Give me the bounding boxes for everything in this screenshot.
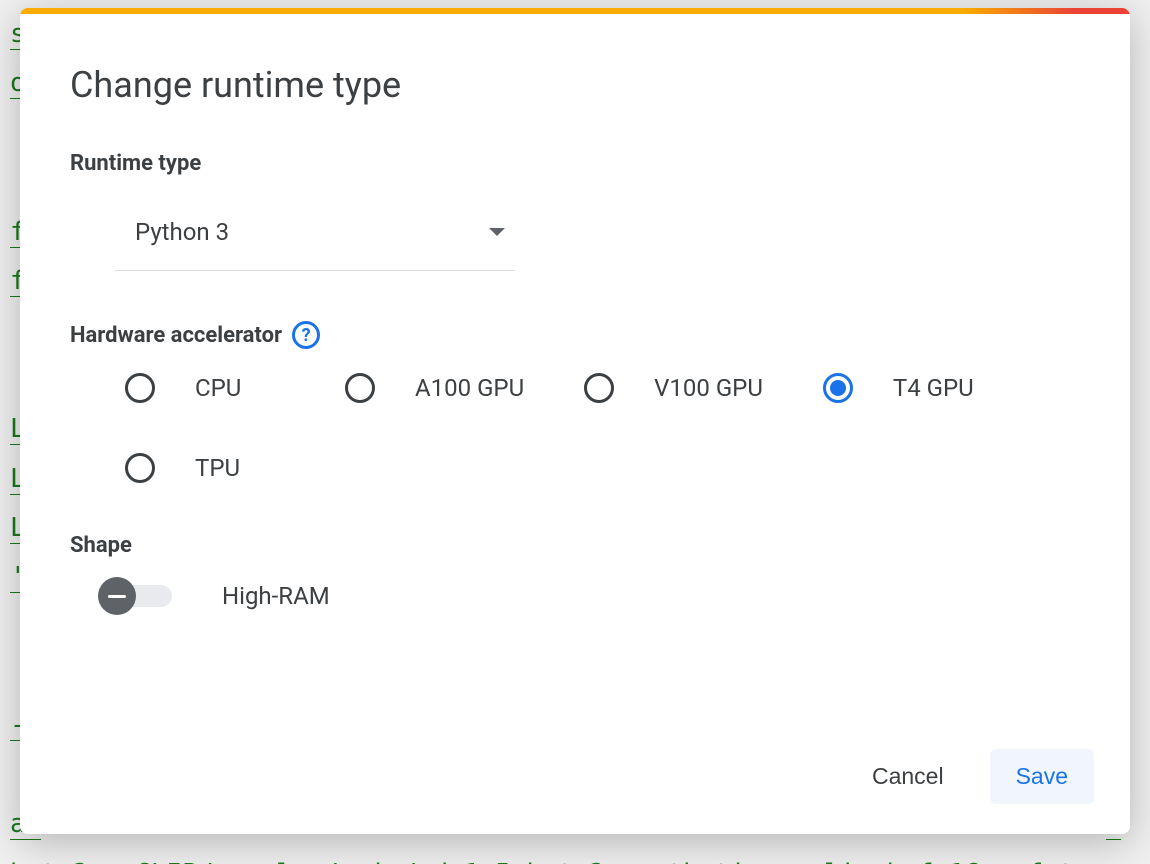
runtime-dialog: Change runtime type Runtime type Python … xyxy=(20,8,1130,834)
radio-icon xyxy=(125,453,155,483)
high-ram-row: High-RAM xyxy=(100,582,1080,610)
radio-icon xyxy=(584,373,614,403)
chevron-down-icon xyxy=(489,228,505,236)
bg-path-text: beta2 unCLIP/resolve/main/wd-1-5-beta2-a… xyxy=(10,859,1090,864)
radio-t4[interactable]: T4 GPU xyxy=(823,373,983,403)
runtime-type-label: Runtime type xyxy=(70,151,1080,176)
runtime-type-value: Python 3 xyxy=(135,218,229,246)
dialog-actions: Cancel Save xyxy=(20,739,1130,834)
save-button[interactable]: Save xyxy=(990,749,1094,804)
radio-icon xyxy=(125,373,155,403)
toggle-disabled-icon xyxy=(98,577,136,615)
dialog-title: Change runtime type xyxy=(70,64,1080,106)
radio-label: TPU xyxy=(195,454,240,482)
shape-label-text: Shape xyxy=(70,533,132,558)
radio-icon-selected xyxy=(823,373,853,403)
radio-icon xyxy=(345,373,375,403)
radio-tpu[interactable]: TPU xyxy=(125,453,285,483)
high-ram-toggle[interactable] xyxy=(100,585,172,607)
high-ram-label: High-RAM xyxy=(222,582,330,610)
accelerator-radio-group: CPU A100 GPU V100 GPU T4 GPU TPU xyxy=(125,373,1080,483)
runtime-type-dropdown[interactable]: Python 3 xyxy=(115,200,515,271)
accelerator-label-text: Hardware accelerator xyxy=(70,323,282,348)
radio-a100[interactable]: A100 GPU xyxy=(345,373,524,403)
dialog-body: Change runtime type Runtime type Python … xyxy=(20,14,1130,739)
radio-dot-icon xyxy=(830,380,846,396)
radio-label: T4 GPU xyxy=(893,374,974,402)
runtime-type-label-text: Runtime type xyxy=(70,151,201,176)
radio-v100[interactable]: V100 GPU xyxy=(584,373,763,403)
accelerator-label: Hardware accelerator ? xyxy=(70,321,1080,349)
shape-label: Shape xyxy=(70,533,1080,558)
cancel-button[interactable]: Cancel xyxy=(846,749,970,804)
radio-label: CPU xyxy=(195,374,241,402)
radio-label: A100 GPU xyxy=(415,374,524,402)
radio-cpu[interactable]: CPU xyxy=(125,373,285,403)
radio-label: V100 GPU xyxy=(654,374,763,402)
help-icon[interactable]: ? xyxy=(292,321,320,349)
